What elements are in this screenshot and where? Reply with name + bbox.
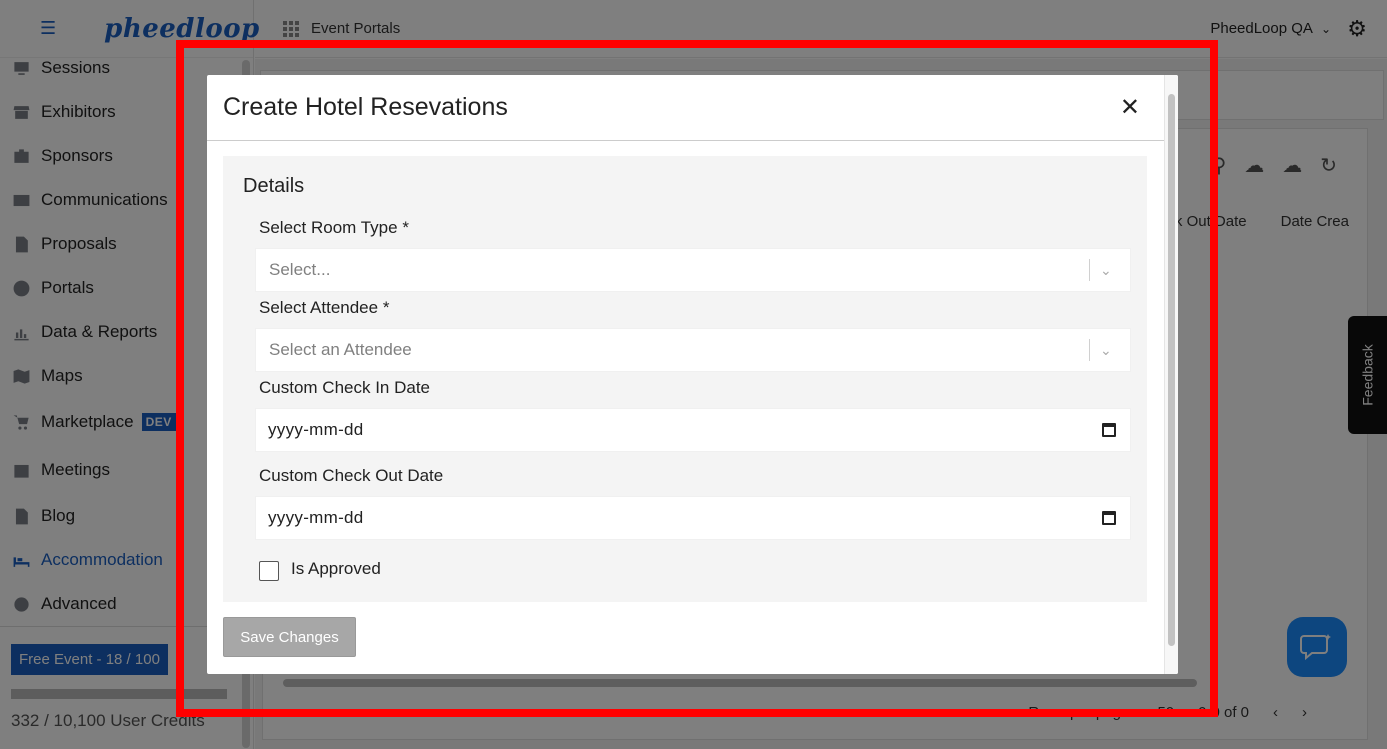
- modal-title: Create Hotel Resevations: [223, 93, 508, 121]
- modal-header: Create Hotel Resevations ✕: [207, 75, 1178, 141]
- check-out-date-input[interactable]: yyyy-mm-dd: [255, 496, 1131, 540]
- room-type-placeholder: Select...: [269, 260, 331, 279]
- select-separator: [1089, 339, 1090, 361]
- room-type-label: Select Room Type *: [259, 218, 409, 237]
- chevron-down-icon[interactable]: ⌄: [1100, 262, 1130, 279]
- attendee-select[interactable]: Select an Attendee ⌄: [255, 328, 1131, 372]
- details-section: Details Select Room Type * Select... ⌄ S…: [223, 156, 1147, 602]
- close-icon[interactable]: ✕: [1120, 95, 1140, 120]
- calendar-icon[interactable]: [1102, 423, 1116, 437]
- check-in-label: Custom Check In Date: [259, 378, 431, 397]
- attendee-placeholder: Select an Attendee: [269, 340, 412, 359]
- create-hotel-reservation-modal: Create Hotel Resevations ✕ Details Selec…: [207, 75, 1178, 674]
- select-separator: [1089, 259, 1090, 281]
- modal-scrollbar-thumb[interactable]: [1168, 94, 1175, 646]
- is-approved-label[interactable]: Is Approved: [291, 559, 381, 579]
- check-in-value: yyyy-mm-dd: [268, 420, 364, 439]
- check-in-date-input[interactable]: yyyy-mm-dd: [255, 408, 1131, 452]
- attendee-label: Select Attendee *: [259, 298, 390, 317]
- calendar-icon[interactable]: [1102, 511, 1116, 525]
- check-out-value: yyyy-mm-dd: [268, 508, 364, 527]
- room-type-select[interactable]: Select... ⌄: [255, 248, 1131, 292]
- is-approved-checkbox[interactable]: [259, 561, 279, 581]
- check-out-label: Custom Check Out Date: [259, 466, 444, 485]
- section-title: Details: [243, 175, 305, 197]
- save-changes-button[interactable]: Save Changes: [223, 617, 356, 657]
- chevron-down-icon[interactable]: ⌄: [1100, 342, 1130, 359]
